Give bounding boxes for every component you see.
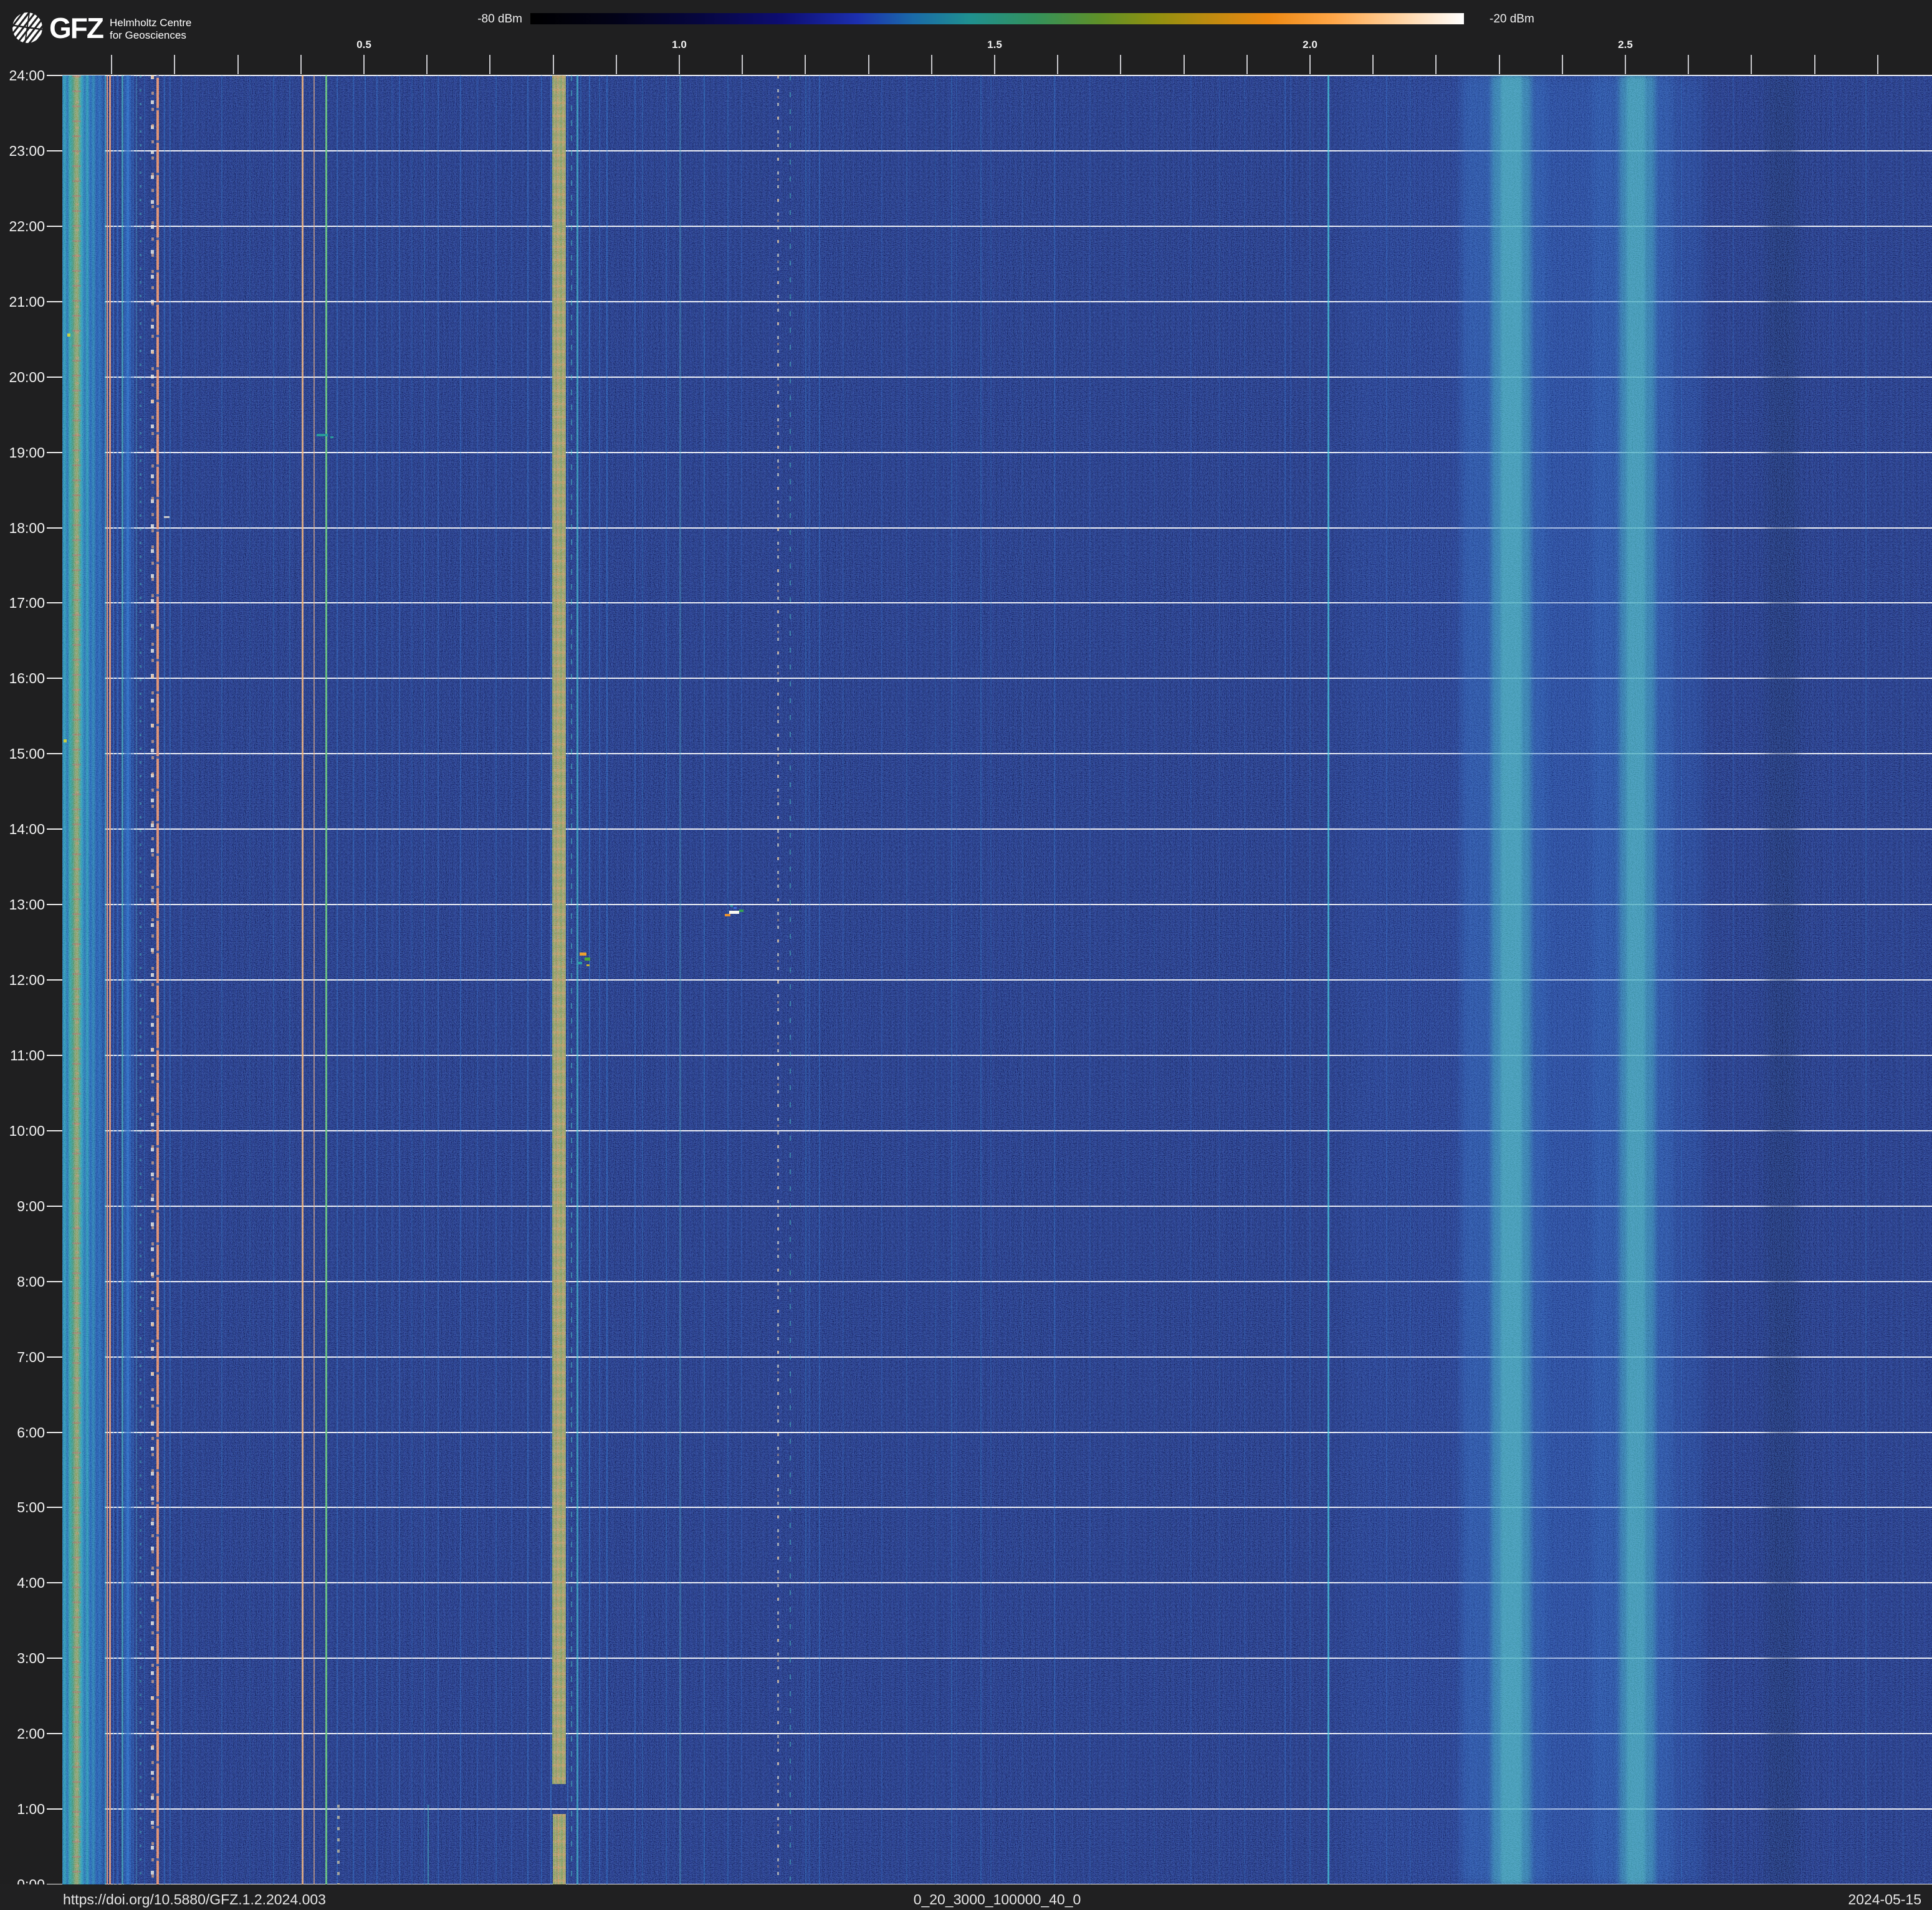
freq-tick (174, 55, 175, 74)
artifact-speck (578, 962, 582, 964)
artifact-speck (725, 914, 730, 916)
frequency-axis: 0.5 1.0 1.5 2.0 2.5 (0, 0, 1932, 75)
artifact-speck (734, 907, 737, 909)
freq-tick (616, 55, 617, 74)
time-label: 3:00 (0, 1650, 45, 1666)
time-label: 11:00 (0, 1047, 45, 1063)
freq-tick (1372, 55, 1374, 74)
time-label: 9:00 (0, 1198, 45, 1214)
time-label: 6:00 (0, 1424, 45, 1441)
freq-tick-label: 1.5 (987, 39, 1002, 51)
freq-tick (1751, 55, 1752, 74)
freq-tick (868, 55, 869, 74)
time-axis: 24:00 23:00 22:00 21:00 20:00 19:00 18:00 17:00… (0, 0, 62, 1910)
time-label: 10:00 (0, 1123, 45, 1139)
artifact-speck (729, 911, 739, 914)
date-text: 2024-05-15 (1848, 1891, 1921, 1908)
artifact-speck (739, 909, 744, 912)
time-label: 24:00 (0, 67, 45, 84)
artifact-speck (730, 905, 733, 907)
freq-tick (1562, 55, 1563, 74)
dataset-text: 0_20_3000_100000_40_0 (62, 1891, 1932, 1908)
freq-tick-label: 2.0 (1303, 39, 1317, 51)
time-label: 22:00 (0, 218, 45, 234)
freq-tick (237, 55, 239, 74)
artifact-speck (64, 739, 67, 742)
freq-tick (300, 55, 302, 74)
freq-tick (931, 55, 932, 74)
freq-tick (1309, 55, 1311, 74)
artifact-speck (580, 953, 586, 956)
time-label: 19:00 (0, 444, 45, 461)
time-label: 4:00 (0, 1575, 45, 1591)
time-label: 12:00 (0, 972, 45, 988)
freq-tick (553, 55, 554, 74)
time-label: 13:00 (0, 896, 45, 913)
freq-tick (1877, 55, 1878, 74)
spectrogram-plot (62, 75, 1932, 1884)
freq-tick (426, 55, 428, 74)
freq-tick (1688, 55, 1689, 74)
freq-tick-label: 1.0 (672, 39, 687, 51)
artifact-speck (586, 964, 590, 966)
burst-artifacts-layer (62, 75, 1932, 1884)
freq-tick (111, 55, 112, 74)
time-label: 17:00 (0, 595, 45, 611)
time-label: 14:00 (0, 821, 45, 837)
freq-tick-label: 2.5 (1618, 39, 1633, 51)
freq-tick (1625, 55, 1626, 74)
freq-tick (1435, 55, 1437, 74)
time-label: 16:00 (0, 670, 45, 686)
freq-tick (1246, 55, 1248, 74)
freq-tick (805, 55, 806, 74)
artifact-speck (330, 436, 333, 438)
freq-tick (994, 55, 995, 74)
freq-tick (1120, 55, 1121, 74)
artifact-speck (164, 516, 170, 518)
artifact-speck (67, 334, 70, 337)
time-label: 2:00 (0, 1725, 45, 1742)
freq-tick (1057, 55, 1058, 74)
time-label: 23:00 (0, 143, 45, 159)
artifact-speck (317, 434, 328, 436)
freq-tick (1499, 55, 1500, 74)
artifact-speck (585, 957, 590, 961)
time-label: 8:00 (0, 1274, 45, 1290)
freq-tick (679, 55, 680, 74)
freq-tick (1184, 55, 1185, 74)
time-label: 5:00 (0, 1499, 45, 1515)
time-label: 20:00 (0, 369, 45, 385)
time-label: 21:00 (0, 294, 45, 310)
time-label: 1:00 (0, 1801, 45, 1817)
footer: https://doi.org/10.5880/GFZ.1.2.2024.003… (0, 1884, 1932, 1910)
time-label: 15:00 (0, 746, 45, 762)
freq-tick (742, 55, 743, 74)
freq-tick-label: 0.5 (356, 39, 371, 51)
freq-tick (1814, 55, 1815, 74)
freq-tick (489, 55, 490, 74)
time-label: 18:00 (0, 520, 45, 536)
time-label: 7:00 (0, 1349, 45, 1365)
freq-tick (363, 55, 365, 74)
